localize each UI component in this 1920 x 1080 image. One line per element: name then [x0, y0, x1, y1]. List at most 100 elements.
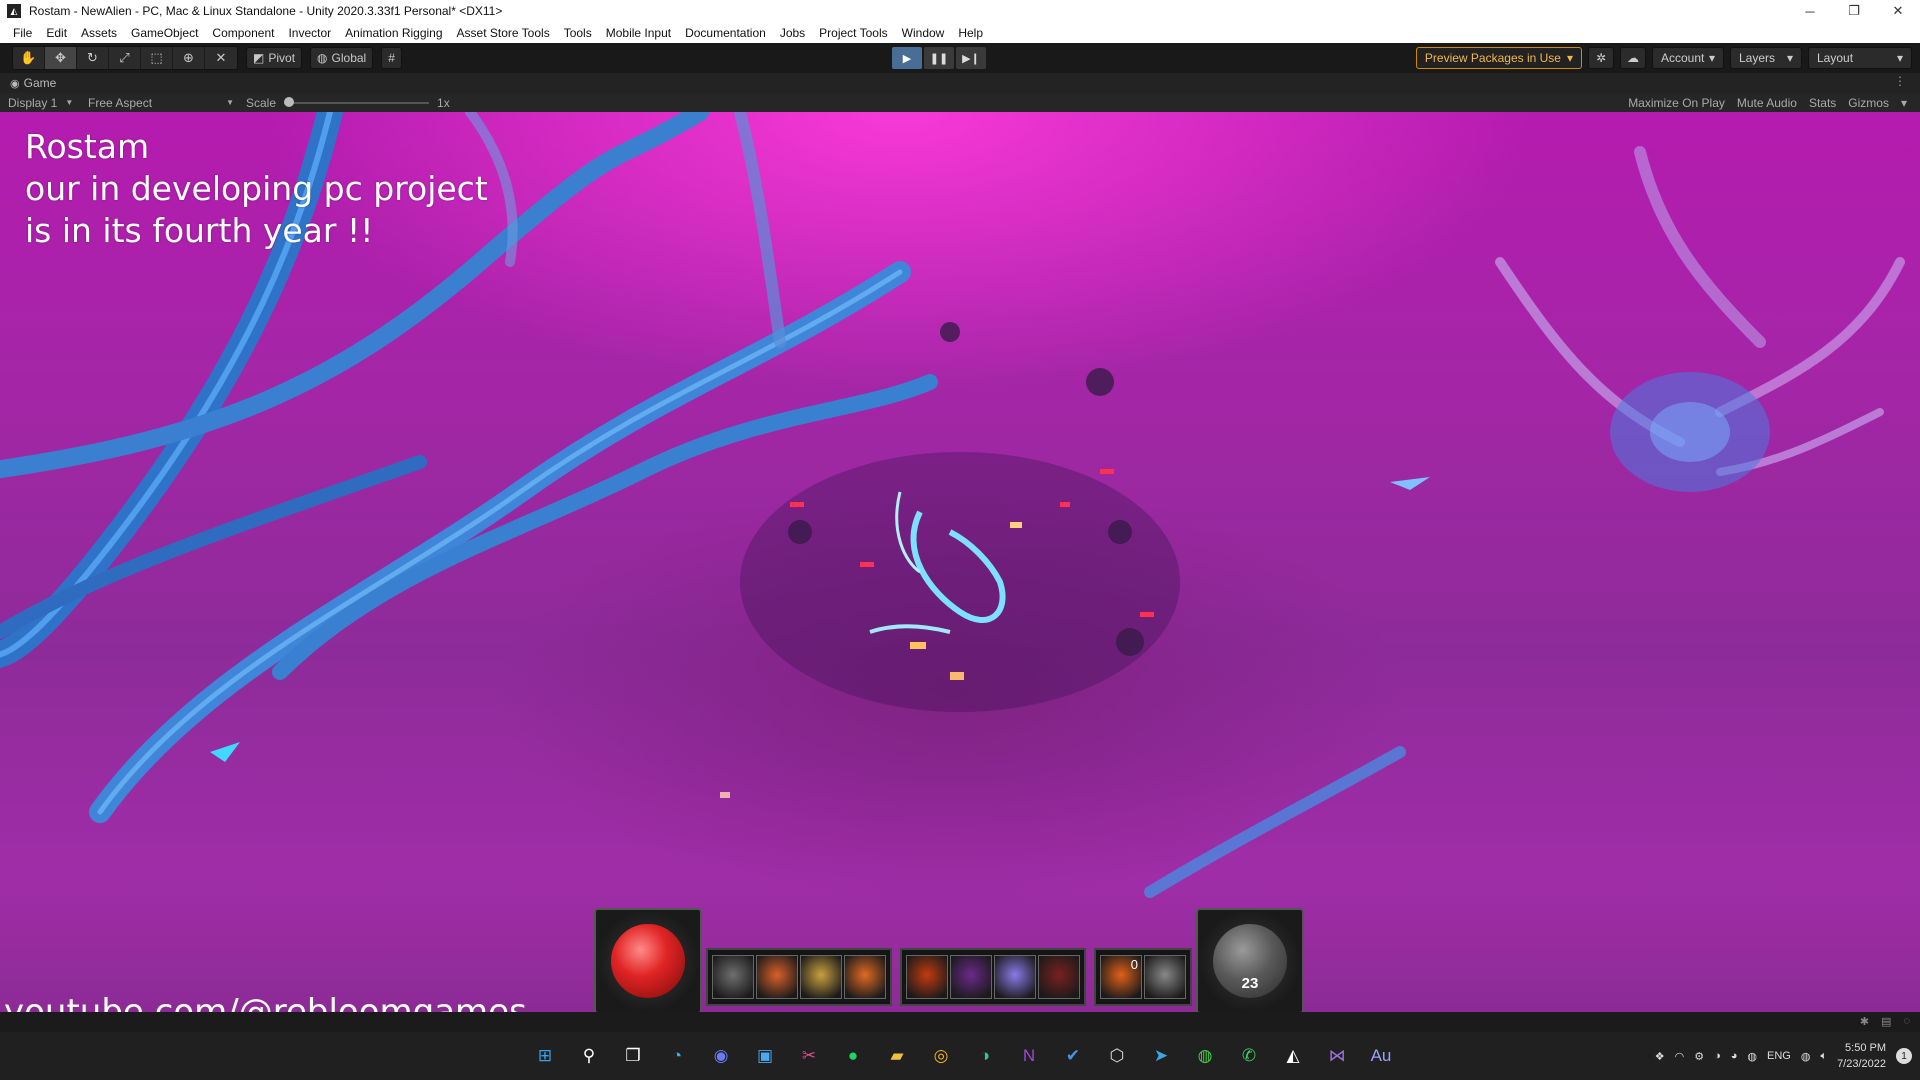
- spotify-icon[interactable]: ●: [836, 1039, 870, 1073]
- stats-toggle[interactable]: Stats: [1804, 96, 1841, 110]
- menu-animation-rigging[interactable]: Animation Rigging: [338, 26, 449, 40]
- layers-dropdown[interactable]: Layers ▾: [1730, 47, 1802, 69]
- maximize-on-play-toggle[interactable]: Maximize On Play: [1623, 96, 1730, 110]
- grid-snap-button[interactable]: #: [381, 47, 402, 69]
- hand-tool-icon[interactable]: ✋: [13, 47, 45, 69]
- skill-slot-sword[interactable]: [712, 955, 754, 999]
- menu-assets[interactable]: Assets: [74, 26, 124, 40]
- skill-slot-fireball[interactable]: [756, 955, 798, 999]
- clock[interactable]: 5:50 PM 7/23/2022: [1837, 1040, 1886, 1072]
- cloud-icon[interactable]: ☁: [1620, 47, 1646, 69]
- todo-icon[interactable]: ✔: [1056, 1039, 1090, 1073]
- progress-icon[interactable]: ▤: [1881, 1015, 1891, 1028]
- menu-jobs[interactable]: Jobs: [773, 26, 812, 40]
- move-tool-icon[interactable]: ✥: [45, 47, 77, 69]
- menu-component[interactable]: Component: [205, 26, 281, 40]
- menu-edit[interactable]: Edit: [39, 26, 74, 40]
- gizmos-dropdown[interactable]: Gizmos: [1843, 96, 1894, 110]
- edge-icon[interactable]: ◔: [660, 1039, 694, 1073]
- globe-icon[interactable]: ◍: [1801, 1050, 1811, 1063]
- transform-tool-icon[interactable]: ⊕: [173, 47, 205, 69]
- skill-slot-shadow[interactable]: [950, 955, 992, 999]
- preview-packages-dropdown[interactable]: Preview Packages in Use ▾: [1415, 47, 1582, 69]
- audition-icon[interactable]: Au: [1364, 1039, 1398, 1073]
- visual-studio-icon[interactable]: ⋈: [1320, 1039, 1354, 1073]
- menu-tools[interactable]: Tools: [557, 26, 599, 40]
- rect-tool-icon[interactable]: ⬚: [141, 47, 173, 69]
- discord-icon[interactable]: ◉: [704, 1039, 738, 1073]
- unity-icon[interactable]: ◭: [1276, 1039, 1310, 1073]
- browser-icon[interactable]: ◍: [1188, 1039, 1222, 1073]
- language-indicator[interactable]: ENG: [1767, 1050, 1791, 1062]
- speaker-icon[interactable]: 🔈︎: [1820, 1050, 1827, 1063]
- pivot-toggle[interactable]: ◩ Pivot: [246, 47, 303, 69]
- edge-tray-icon[interactable]: ◑: [1714, 1050, 1721, 1062]
- chevron-down-icon[interactable]: ▾: [1896, 96, 1912, 110]
- skill-slot-dagger[interactable]: [1144, 955, 1186, 999]
- snipping-icon[interactable]: ✂: [792, 1039, 826, 1073]
- menu-window[interactable]: Window: [895, 26, 952, 40]
- overlay-line-2: our in developing pc project: [25, 169, 488, 208]
- grid-snap-icon: #: [388, 51, 395, 65]
- overlay-caption: Rostam our in developing pc project is i…: [25, 126, 488, 252]
- menu-asset-store-tools[interactable]: Asset Store Tools: [450, 26, 557, 40]
- whatsapp-icon[interactable]: ✆: [1232, 1039, 1266, 1073]
- step-button[interactable]: ▶❙: [956, 47, 986, 69]
- dropbox-icon[interactable]: ❖: [1655, 1050, 1665, 1063]
- menu-help[interactable]: Help: [951, 26, 990, 40]
- browser-tray-icon[interactable]: ◍: [1747, 1050, 1757, 1063]
- menu-gameobject[interactable]: GameObject: [124, 26, 205, 40]
- skill-slot-fist[interactable]: 0: [1100, 955, 1142, 999]
- search-icon[interactable]: ⚲: [572, 1039, 606, 1073]
- health-orb-frame: [594, 908, 702, 1012]
- tab-game[interactable]: Game: [24, 76, 57, 90]
- windows-start-icon[interactable]: ⊞: [528, 1039, 562, 1073]
- collab-icon[interactable]: ✲: [1588, 47, 1614, 69]
- custom-tool-icon[interactable]: ✕: [205, 47, 237, 69]
- onenote-icon[interactable]: N: [1012, 1039, 1046, 1073]
- skill-slot-flame-shield[interactable]: [844, 955, 886, 999]
- notification-badge[interactable]: 1: [1896, 1048, 1912, 1064]
- file-explorer-icon[interactable]: ▰: [880, 1039, 914, 1073]
- scale-tool-icon[interactable]: ⤢: [109, 47, 141, 69]
- skill-slot-fire-orb[interactable]: [906, 955, 948, 999]
- close-button[interactable]: ✕: [1876, 0, 1920, 22]
- restore-button[interactable]: ❐: [1832, 0, 1876, 22]
- display-dropdown[interactable]: Display 1 ▼: [0, 96, 80, 110]
- more-options-icon[interactable]: ⋮: [1894, 74, 1906, 88]
- layout-dropdown[interactable]: Layout ▾: [1808, 47, 1912, 69]
- clock-time: 5:50 PM: [1845, 1042, 1886, 1054]
- game-view[interactable]: Rostam our in developing pc project is i…: [0, 112, 1920, 1012]
- skill-slot-explosion[interactable]: [800, 955, 842, 999]
- mute-audio-toggle[interactable]: Mute Audio: [1732, 96, 1802, 110]
- skill-slot-beast[interactable]: [1038, 955, 1080, 999]
- aspect-dropdown[interactable]: Free Aspect ▼: [80, 96, 240, 110]
- skill-bar-left: [706, 948, 892, 1006]
- scale-slider-handle[interactable]: [284, 96, 295, 107]
- menu-documentation[interactable]: Documentation: [678, 26, 773, 40]
- app-tray-icon[interactable]: ⚙: [1694, 1050, 1704, 1063]
- network-tray-icon[interactable]: ◕: [1731, 1050, 1738, 1062]
- check-icon[interactable]: ◌: [1903, 1015, 1910, 1028]
- menu-mobile-input[interactable]: Mobile Input: [599, 26, 678, 40]
- skill-slot-spirit[interactable]: [994, 955, 1036, 999]
- scale-slider[interactable]: [284, 96, 430, 107]
- minimize-button[interactable]: ─: [1788, 0, 1832, 22]
- edge-dev-icon[interactable]: ◑: [968, 1039, 1002, 1073]
- chrome-icon[interactable]: ◎: [924, 1039, 958, 1073]
- bug-icon[interactable]: ✱: [1860, 1015, 1869, 1028]
- rotate-tool-icon[interactable]: ↻: [77, 47, 109, 69]
- unity-hub-icon[interactable]: ⬡: [1100, 1039, 1134, 1073]
- menu-invector[interactable]: Invector: [281, 26, 338, 40]
- account-dropdown[interactable]: Account ▾: [1652, 47, 1724, 69]
- task-view-icon[interactable]: ❐: [616, 1039, 650, 1073]
- wifi-icon[interactable]: ◠: [1675, 1050, 1685, 1063]
- play-button[interactable]: ▶: [892, 47, 922, 69]
- pause-button[interactable]: ❚❚: [924, 47, 954, 69]
- menu-project-tools[interactable]: Project Tools: [812, 26, 894, 40]
- global-toggle[interactable]: ◍ Global: [310, 47, 374, 69]
- spark: [860, 562, 874, 567]
- store-icon[interactable]: ▣: [748, 1039, 782, 1073]
- telegram-icon[interactable]: ➤: [1144, 1039, 1178, 1073]
- menu-file[interactable]: File: [6, 26, 39, 40]
